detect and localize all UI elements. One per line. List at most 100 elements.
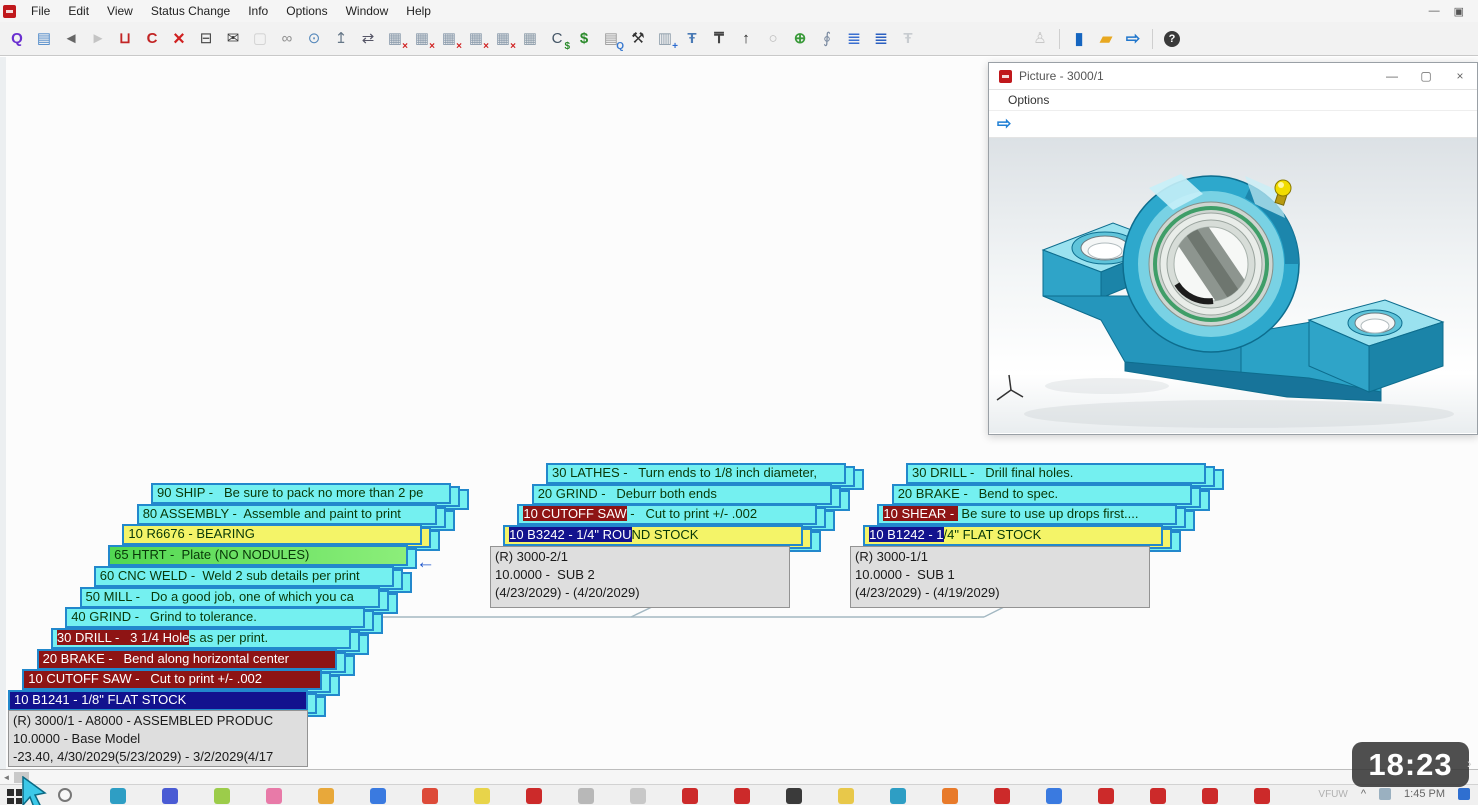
operation-card[interactable]: 10 SHEAR - Be sure to use up drops first… — [877, 504, 1177, 525]
doc-preview-icon[interactable]: ▤Q — [600, 28, 622, 50]
back-icon[interactable]: ◄ — [60, 28, 82, 50]
operation-card[interactable]: 10 B1242 - 1/4" FLAT STOCK — [863, 525, 1163, 546]
paperclip-icon[interactable]: ∮ — [816, 28, 838, 50]
menu-item-options[interactable]: Options — [277, 1, 336, 21]
globe-icon[interactable]: ⊙ — [303, 28, 325, 50]
minimize-button[interactable]: — — [1429, 5, 1440, 17]
tray-clock[interactable]: 1:45 PM — [1404, 788, 1445, 800]
taskbar-app-blue[interactable] — [370, 788, 386, 804]
taskbar-app-folder[interactable] — [838, 788, 854, 804]
part-info-card[interactable]: (R) 3000-1/110.0000 - SUB 1(4/23/2029) -… — [850, 546, 1150, 608]
hammer-icon[interactable]: ₸ — [708, 28, 730, 50]
menu-item-help[interactable]: Help — [397, 1, 440, 21]
new-doc-icon[interactable]: ▮ — [1068, 28, 1090, 50]
taskbar-app-pink[interactable] — [266, 788, 282, 804]
picture-minimize-button[interactable]: — — [1375, 69, 1409, 83]
cancel-icon[interactable]: × — [168, 28, 190, 50]
operation-card[interactable]: 10 R6676 - BEARING — [122, 524, 422, 545]
menu-item-status-change[interactable]: Status Change — [142, 1, 239, 21]
taskbar-app-red-7[interactable] — [1202, 788, 1218, 804]
operation-card[interactable]: 10 B3242 - 1/4" ROUND STOCK — [503, 525, 803, 546]
tray-icon[interactable] — [1379, 788, 1391, 800]
part-info-card[interactable]: (R) 3000-2/110.0000 - SUB 2(4/23/2029) -… — [490, 546, 790, 608]
taskbar-app-teal[interactable] — [110, 788, 126, 804]
open-folder-icon[interactable]: ▰ — [1095, 28, 1117, 50]
operation-card[interactable]: 60 CNC WELD - Weld 2 sub details per pri… — [94, 566, 394, 587]
taskbar-app-red-4[interactable] — [994, 788, 1010, 804]
operation-card[interactable]: 20 GRIND - Deburr both ends — [532, 484, 832, 505]
exit-icon[interactable]: ⇨ — [1122, 28, 1144, 50]
filter-dim-icon[interactable]: Ŧ — [897, 28, 919, 50]
taskbar-app-blue-2[interactable] — [1046, 788, 1062, 804]
taskbar-app-orange-v[interactable] — [942, 788, 958, 804]
help-icon[interactable]: ? — [1161, 28, 1183, 50]
taskbar-app-gray-2[interactable] — [630, 788, 646, 804]
search-icon[interactable]: Q — [6, 28, 28, 50]
chart-add-icon[interactable]: ▥+ — [654, 28, 676, 50]
forward-icon[interactable]: ► — [87, 28, 109, 50]
user-dim-icon[interactable]: ♙ — [1029, 28, 1051, 50]
taskbar-app-red-5[interactable] — [1098, 788, 1114, 804]
picture-options-menu[interactable]: Options — [999, 90, 1058, 110]
delete-icon[interactable]: ⊔ — [114, 28, 136, 50]
operation-card[interactable]: 50 MILL - Do a good job, one of which yo… — [80, 587, 380, 608]
operation-card[interactable]: 80 ASSEMBLY - Assemble and paint to prin… — [137, 504, 437, 525]
operation-card[interactable]: 30 DRILL - 3 1/4 Holes as per print. — [51, 628, 351, 649]
taskbar-app-browser[interactable] — [422, 788, 438, 804]
link-icon[interactable]: ∞ — [276, 28, 298, 50]
operation-card[interactable]: 20 BRAKE - Bend along horizontal center — [37, 649, 337, 670]
grid-remove-icon-2[interactable]: ▦× — [411, 28, 433, 50]
notification-icon[interactable] — [1458, 788, 1470, 800]
menu-item-info[interactable]: Info — [239, 1, 277, 21]
cost-icon[interactable]: C$ — [546, 28, 568, 50]
reroute-icon[interactable]: ⇄ — [357, 28, 379, 50]
package-icon[interactable]: ⊕ — [789, 28, 811, 50]
taskbar-app-green[interactable] — [214, 788, 230, 804]
taskbar-app-red-3[interactable] — [734, 788, 750, 804]
scrollbar-left-button[interactable]: ◄ — [0, 771, 13, 785]
taskbar-app-teal-gear[interactable] — [890, 788, 906, 804]
open-record-icon[interactable]: ▤ — [33, 28, 55, 50]
circle-icon[interactable]: ○ — [762, 28, 784, 50]
taskbar-app-dark[interactable] — [786, 788, 802, 804]
pin-icon[interactable]: ↥ — [330, 28, 352, 50]
disabled-icon[interactable]: ▢ — [249, 28, 271, 50]
grid-remove-icon-3[interactable]: ▦× — [438, 28, 460, 50]
list-icon-1[interactable]: ≣ — [843, 28, 865, 50]
operation-card[interactable]: 10 CUTOFF SAW - Cut to print +/- .002 — [22, 669, 322, 690]
part-info-card[interactable]: (R) 3000/1 - A8000 - ASSEMBLED PRODUC10.… — [8, 710, 308, 767]
operation-card[interactable]: 30 LATHES - Turn ends to 1/8 inch diamet… — [546, 463, 846, 484]
start-button[interactable] — [7, 789, 22, 804]
arrow-up-icon[interactable]: ↑ — [735, 28, 757, 50]
operation-card[interactable]: 65 HTRT - Plate (NO NODULES) — [108, 545, 408, 566]
grid-remove-icon-1[interactable]: ▦× — [384, 28, 406, 50]
menu-item-edit[interactable]: Edit — [59, 1, 98, 21]
taskbar-search[interactable] — [58, 788, 72, 802]
export-picture-icon[interactable]: ⇨ — [997, 114, 1011, 134]
filter-icon[interactable]: Ŧ — [681, 28, 703, 50]
restore-button[interactable]: ▣ — [1454, 5, 1464, 18]
operation-card[interactable]: 20 BRAKE - Bend to spec. — [892, 484, 1192, 505]
tools-icon[interactable]: ⚒ — [627, 28, 649, 50]
menu-item-view[interactable]: View — [98, 1, 142, 21]
operation-card[interactable]: 10 CUTOFF SAW - Cut to print +/- .002 — [517, 504, 817, 525]
grid-remove-icon-5[interactable]: ▦× — [492, 28, 514, 50]
email-icon[interactable]: ✉ — [222, 28, 244, 50]
undo-icon[interactable]: C — [141, 28, 163, 50]
horizontal-scrollbar[interactable]: ◄ — [0, 769, 1478, 784]
tray-chevron-icon[interactable]: ^ — [1361, 788, 1366, 800]
picture-close-button[interactable]: × — [1443, 69, 1477, 83]
taskbar-app-blue-v[interactable] — [162, 788, 178, 804]
operation-card[interactable]: 30 DRILL - Drill final holes. — [906, 463, 1206, 484]
taskbar-app-red-8[interactable] — [1254, 788, 1270, 804]
print-icon[interactable]: ⊟ — [195, 28, 217, 50]
taskbar-app-red-2[interactable] — [682, 788, 698, 804]
operation-card[interactable]: 40 GRIND - Grind to tolerance. — [65, 607, 365, 628]
taskbar-app-gray-1[interactable] — [578, 788, 594, 804]
table-icon[interactable]: ▦ — [519, 28, 541, 50]
taskbar-app-yellow[interactable] — [474, 788, 490, 804]
taskbar-app-orange[interactable] — [318, 788, 334, 804]
menu-item-file[interactable]: File — [22, 1, 59, 21]
grid-remove-icon-4[interactable]: ▦× — [465, 28, 487, 50]
operation-card[interactable]: 10 B1241 - 1/8" FLAT STOCK — [8, 690, 308, 711]
